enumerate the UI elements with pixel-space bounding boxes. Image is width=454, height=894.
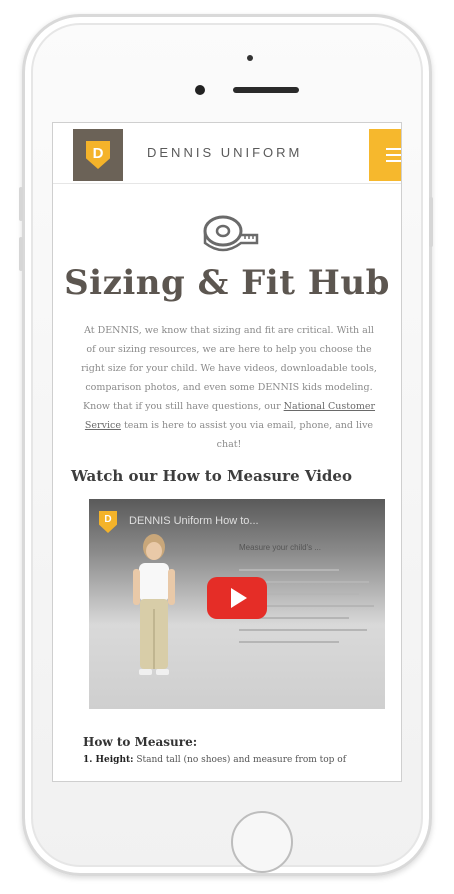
measure-step: 1. Height: Stand tall (no shoes) and mea… — [83, 755, 346, 765]
child-model-image — [133, 534, 175, 675]
how-to-measure-heading: How to Measure: — [83, 735, 198, 749]
youtube-play-icon — [231, 588, 247, 608]
intro-text: At DENNIS, we know that sizing and fit a… — [81, 325, 377, 412]
measure-step-label: 1. Height: — [83, 755, 134, 765]
logo-shield-icon: D — [86, 141, 110, 169]
measuring-tape-icon — [203, 215, 259, 252]
intro-text-end: team is here to assist you via email, ph… — [120, 420, 374, 450]
site-header: D DENNIS UNIFORM — [53, 123, 401, 184]
brand-name[interactable]: DENNIS UNIFORM — [147, 145, 302, 160]
video-heading: Watch our How to Measure Video — [71, 467, 352, 485]
power-button — [429, 197, 433, 247]
volume-button — [19, 187, 23, 221]
channel-logo-icon[interactable]: D — [99, 511, 117, 533]
logo[interactable]: D — [73, 129, 123, 181]
earpiece-speaker — [233, 87, 299, 93]
front-camera — [195, 85, 205, 95]
youtube-play-button[interactable] — [207, 577, 267, 619]
intro-paragraph: At DENNIS, we know that sizing and fit a… — [79, 321, 379, 454]
home-button[interactable] — [231, 811, 293, 873]
page-title: Sizing & Fit Hub — [64, 263, 390, 303]
hamburger-menu-button[interactable] — [369, 129, 401, 181]
volume-button — [19, 237, 23, 271]
hamburger-menu-icon — [385, 160, 401, 162]
video-subtitle: Measure your child's ... — [239, 543, 322, 552]
hamburger-menu-icon — [385, 154, 401, 156]
video-title[interactable]: DENNIS Uniform How to... — [129, 515, 259, 527]
measure-step-text: Stand tall (no shoes) and measure from t… — [133, 755, 347, 765]
hamburger-menu-icon — [385, 148, 401, 150]
phone-screen: D DENNIS UNIFORM Sizing & Fit Hub At DEN… — [52, 122, 402, 782]
front-sensor — [247, 55, 253, 61]
video-player[interactable]: D DENNIS Uniform How to... Measure your … — [89, 499, 385, 709]
